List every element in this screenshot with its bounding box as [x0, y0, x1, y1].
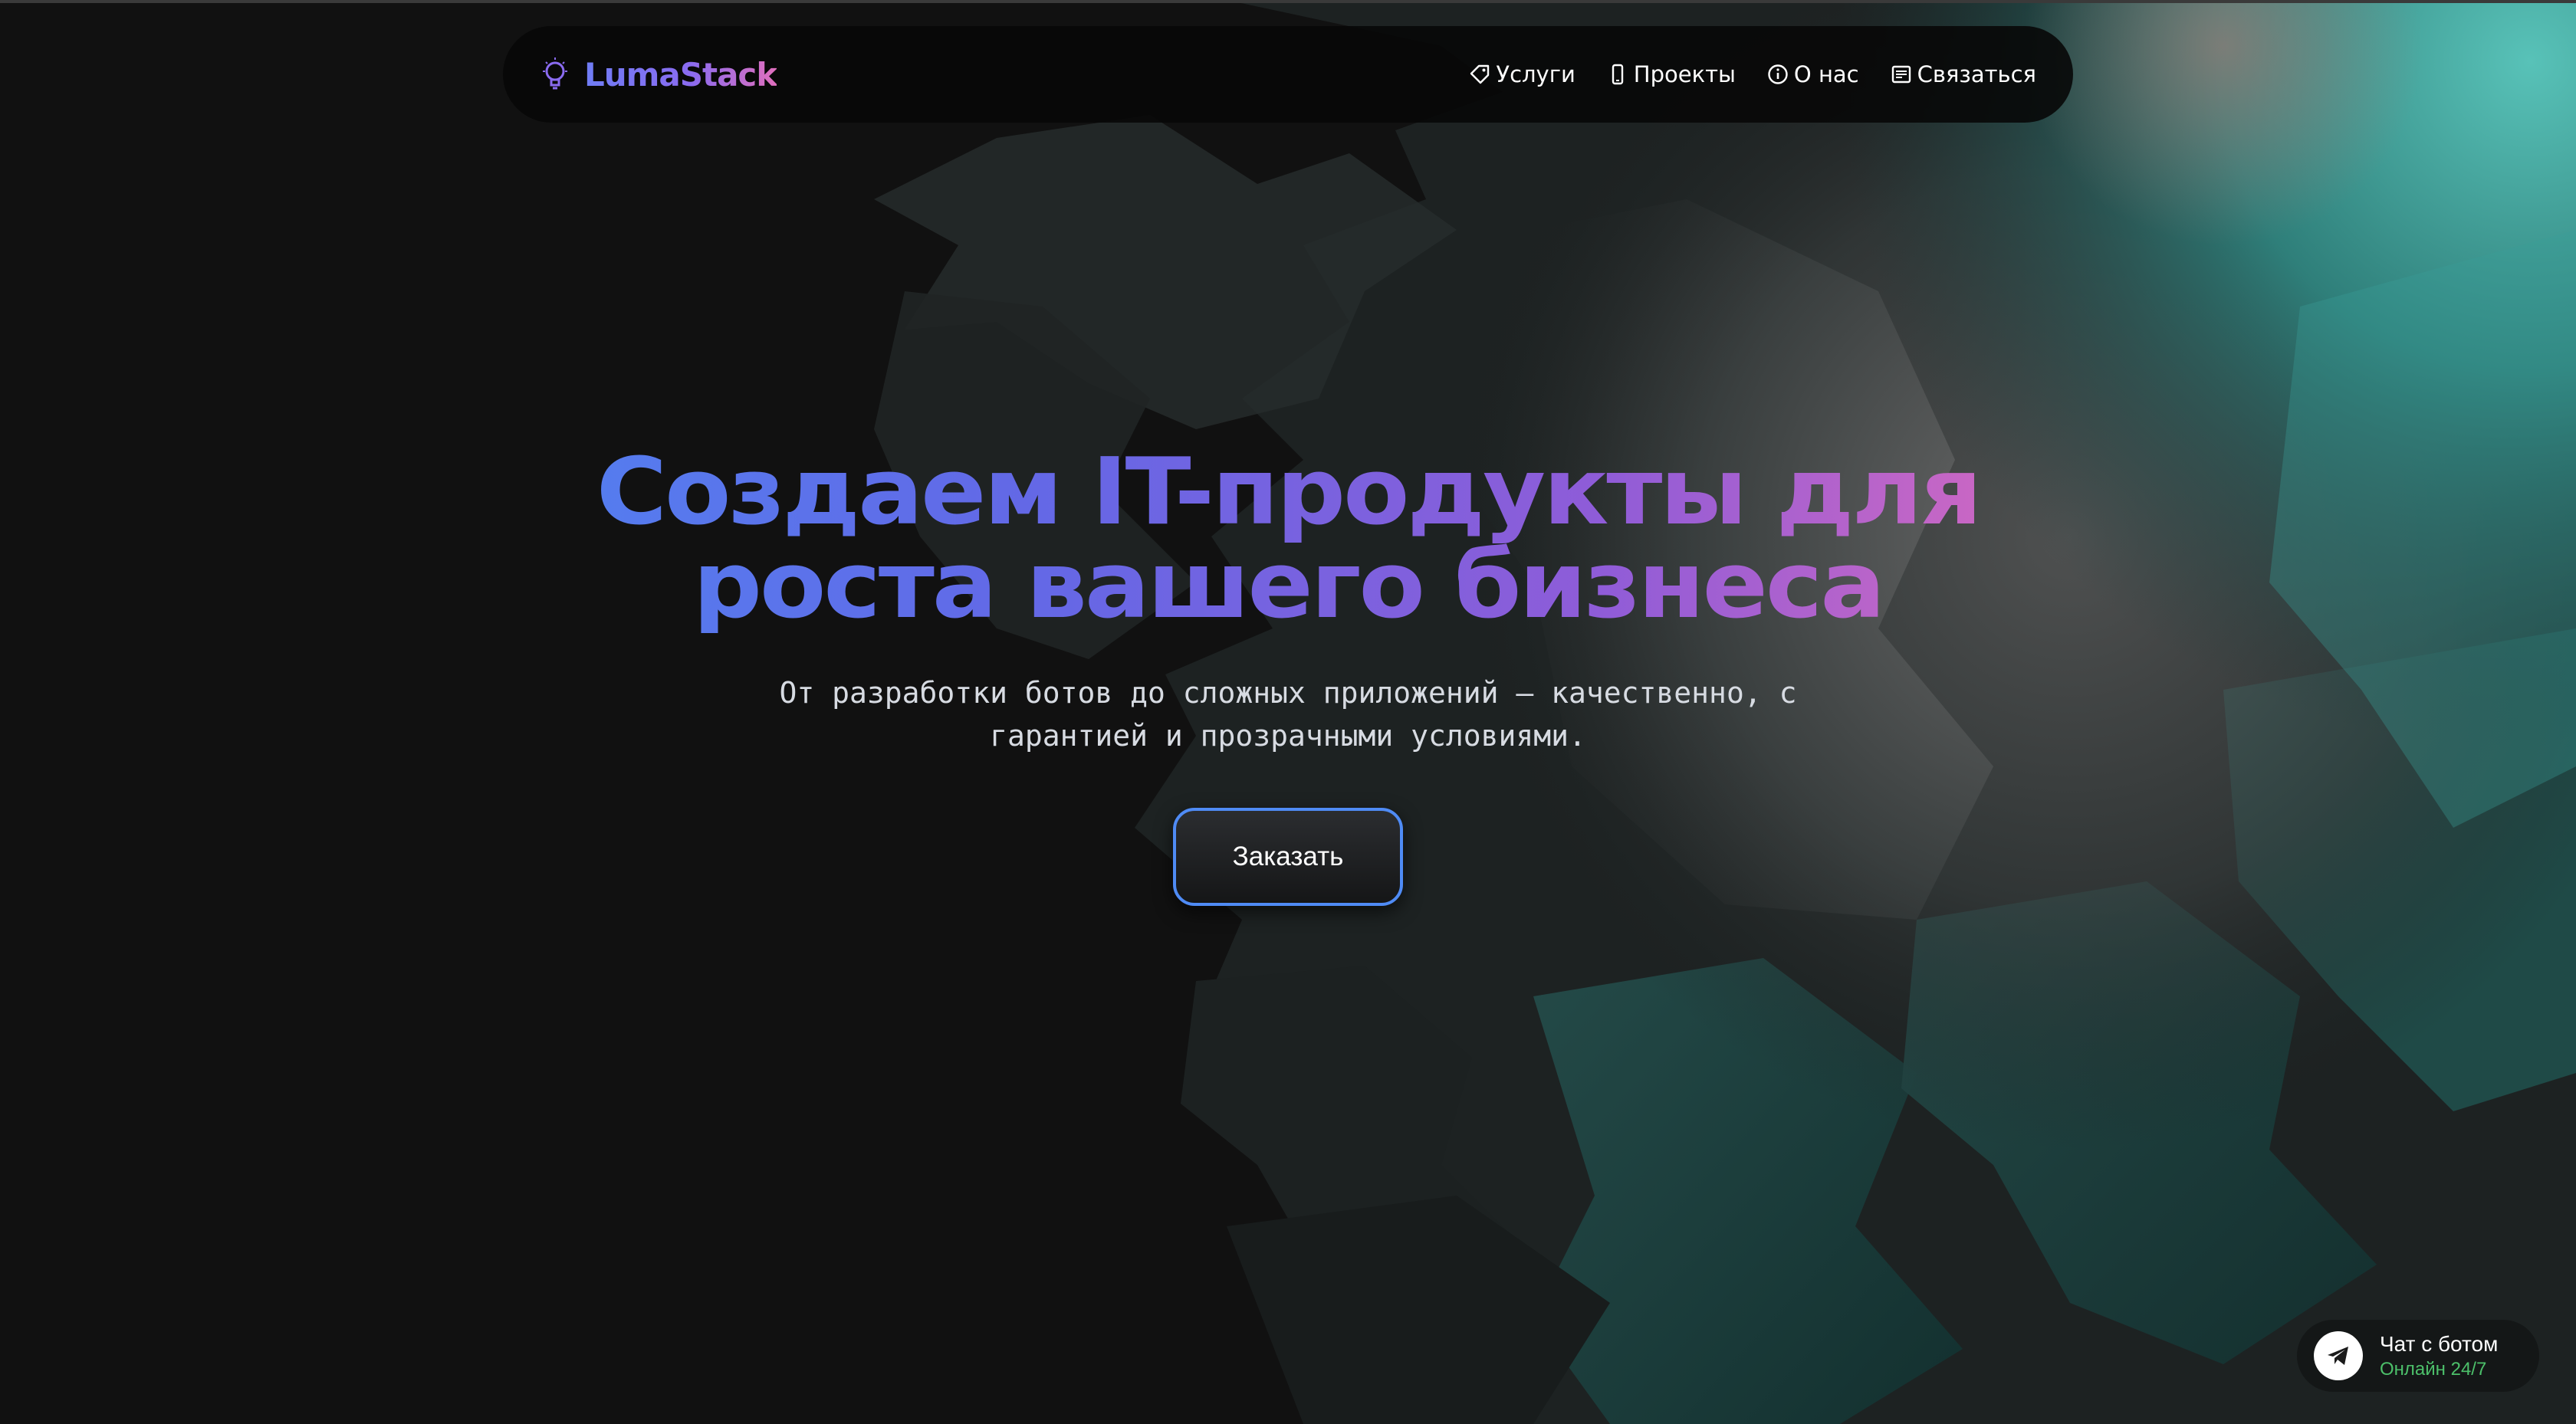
hero-title-line: роста вашего бизнеса [692, 533, 1884, 639]
order-button[interactable]: Заказать [1173, 808, 1403, 906]
chat-title: Чат с ботом [2380, 1332, 2499, 1356]
chat-text: Чат с ботом Онлайн 24/7 [2380, 1330, 2498, 1381]
nav-item-about[interactable]: О нас [1766, 61, 1859, 87]
tag-icon [1468, 63, 1491, 86]
phone-icon [1606, 63, 1629, 86]
info-icon [1766, 63, 1789, 86]
nav-links: Услуги Проекты О нас Связаться [1468, 26, 2036, 123]
hero-subtitle: От разработки ботов до сложных приложени… [690, 671, 1886, 757]
nav-item-projects[interactable]: Проекты [1606, 61, 1736, 87]
hero-subtitle-line: гарантией и прозрачными условиями. [990, 719, 1586, 753]
chat-bot-widget[interactable]: Чат с ботом Онлайн 24/7 [2297, 1320, 2539, 1392]
nav-item-label: О нас [1793, 61, 1859, 87]
nav-item-label: Проекты [1633, 61, 1736, 87]
hero-subtitle-line: От разработки ботов до сложных приложени… [779, 676, 1797, 710]
chat-status: Онлайн 24/7 [2380, 1359, 2487, 1380]
nav-item-label: Услуги [1496, 61, 1576, 87]
lightbulb-icon [540, 56, 570, 93]
navbar: LumaStack Услуги Проекты О нас Связаться [503, 26, 2073, 123]
hero-title-line: Создаем IT-продукты для [596, 439, 1980, 546]
nav-item-label: Связаться [1917, 61, 2036, 87]
contact-form-icon [1890, 63, 1913, 86]
telegram-icon [2314, 1331, 2363, 1380]
hero-title: Создаем IT-продукты для роста вашего биз… [419, 446, 2157, 633]
top-border-line [0, 0, 2576, 3]
nav-item-contact[interactable]: Связаться [1890, 61, 2036, 87]
brand-logo-link[interactable]: LumaStack [540, 48, 777, 101]
nav-item-services[interactable]: Услуги [1468, 61, 1576, 87]
brand-name: LumaStack [584, 55, 777, 94]
